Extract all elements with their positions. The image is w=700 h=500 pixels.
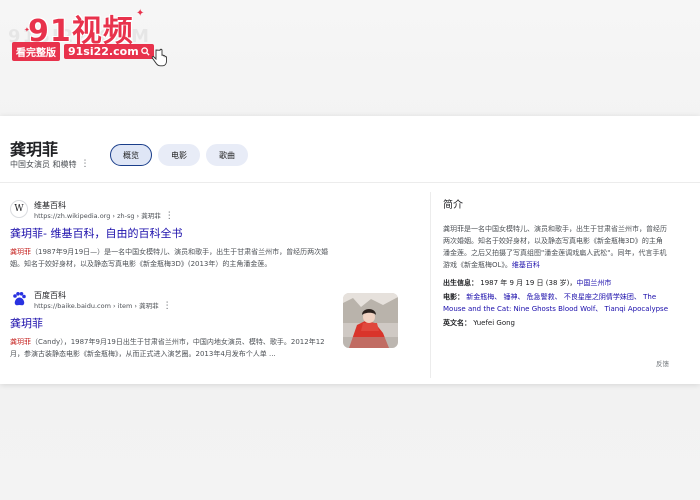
fact-films: 电影： 新金瓶梅、 锤神、 危急警救、 不良星座之阴倩学妹团、 The Mous… (443, 291, 669, 315)
result-source[interactable]: 百度百科 https://baike.baidu.com › item › 龚玥… (10, 290, 335, 311)
search-result: 百度百科 https://baike.baidu.com › item › 龚玥… (10, 290, 335, 360)
snippet-highlight: 龚玥菲 (10, 248, 31, 256)
source-url-text: https://zh.wikipedia.org › zh-sg › 龚玥菲 (34, 212, 161, 220)
logo-url: 91si22.com (64, 43, 154, 59)
fact-label: 电影： (443, 293, 464, 301)
panel-title: 简介 (443, 200, 463, 211)
fact-english-name: 英文名： Yuefei Gong (443, 317, 669, 329)
result-title-link[interactable]: 龚玥菲 (10, 317, 335, 331)
search-result: W 维基百科 https://zh.wikipedia.org › zh-sg … (10, 200, 330, 270)
fact-label: 英文名： (443, 319, 471, 327)
knowledge-panel: 简介 龚玥菲是一名中国女模特儿、演员和歌手，出生于甘肃省兰州市，曾经历两次婚姻。… (443, 196, 669, 368)
wikipedia-icon: W (10, 200, 28, 218)
fact-born: 出生信息： 1987 年 9 月 19 日 (38 岁)，中国兰州市 (443, 277, 669, 289)
fact-label: 出生信息： (443, 279, 478, 287)
source-url-text: https://baike.baidu.com › item › 龚玥菲 (34, 302, 159, 310)
panel-description: 龚玥菲是一名中国女模特儿、演员和歌手，出生于甘肃省兰州市，曾经历两次婚姻。知名于… (443, 223, 669, 271)
description-source-link[interactable]: 维基百科 (512, 261, 540, 269)
entity-title: 龚玥菲 (10, 140, 59, 159)
divider (0, 182, 700, 183)
sparkle-icon: ✦ (136, 8, 145, 19)
tab-movies[interactable]: 电影 (158, 144, 200, 166)
feedback-link[interactable]: 反馈 (656, 358, 669, 368)
more-options-icon[interactable]: ⋮ (81, 160, 90, 169)
search-icon (140, 46, 150, 56)
tab-overview[interactable]: 概览 (110, 144, 152, 166)
tab-songs[interactable]: 歌曲 (206, 144, 248, 166)
result-thumbnail-image[interactable] (343, 293, 398, 348)
description-text: 龚玥菲是一名中国女模特儿、演员和歌手，出生于甘肃省兰州市，曾经历两次婚姻。知名于… (443, 225, 667, 269)
source-name: 维基百科 (34, 201, 66, 210)
fact-value: Yuefei Gong (473, 319, 515, 327)
snippet-highlight: 龚玥菲 (10, 338, 31, 346)
result-snippet: 龚玥菲（Candy），1987年9月19日出生于甘肃省兰州市，中国内地女演员、模… (10, 336, 335, 360)
result-title-link[interactable]: 龚玥菲- 维基百科，自由的百科全书 (10, 227, 330, 241)
snippet-text: （1987年9月19日—）是一名中国女模特儿、演员和歌手，出生于甘肃省兰州市，曾… (10, 248, 329, 268)
entity-subtitle: 中国女演员 和模特 ⋮ (10, 159, 90, 170)
logo-url-text: 91si22.com (68, 44, 139, 58)
born-place-link[interactable]: 中国兰州市 (576, 279, 611, 287)
divider (430, 192, 431, 378)
films-links[interactable]: 新金瓶梅、 锤神、 危急警救、 不良星座之阴倩学妹团、 The Mouse an… (443, 293, 668, 313)
more-options-icon[interactable]: ⋮ (163, 301, 172, 311)
sparkle-icon: ✦ (24, 26, 30, 34)
result-snippet: 龚玥菲（1987年9月19日—）是一名中国女模特儿、演员和歌手，出生于甘肃省兰州… (10, 246, 330, 270)
source-name: 百度百科 (34, 291, 66, 300)
fact-value: 1987 年 9 月 19 日 (38 岁)， (480, 279, 577, 287)
site-logo: 91SI22.COM 91视频 ✦ ✦ 看完整版 91si22.com (8, 6, 168, 67)
hand-cursor-icon (151, 48, 167, 67)
entity-subtitle-text: 中国女演员 和模特 (10, 160, 77, 169)
more-options-icon[interactable]: ⋮ (165, 211, 174, 221)
snippet-text: （Candy），1987年9月19日出生于甘肃省兰州市，中国内地女演员、模特、歌… (10, 338, 325, 358)
source-url: https://zh.wikipedia.org › zh-sg › 龚玥菲 ⋮ (34, 211, 174, 221)
baidu-paw-icon (10, 290, 28, 308)
logo-tag: 看完整版 (12, 41, 60, 61)
entity-tabs: 概览 电影 歌曲 (110, 144, 248, 166)
source-url: https://baike.baidu.com › item › 龚玥菲 ⋮ (34, 301, 172, 311)
result-source[interactable]: W 维基百科 https://zh.wikipedia.org › zh-sg … (10, 200, 330, 221)
search-results-card: 龚玥菲 中国女演员 和模特 ⋮ 概览 电影 歌曲 W 维基百科 https://… (0, 116, 700, 384)
